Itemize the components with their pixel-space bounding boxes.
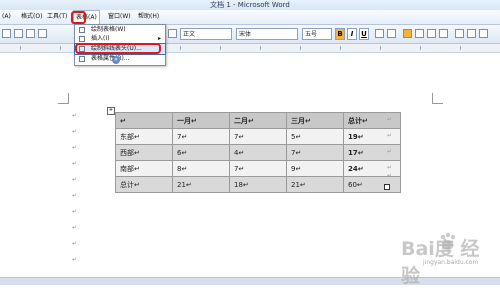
table-cell[interactable]: 东部↵ xyxy=(115,128,173,145)
table-header-row: ↵ 一月↵ 二月↵ 三月↵ 总计↵ xyxy=(115,112,401,129)
menu-table-highlight-box xyxy=(71,11,86,24)
print-icon[interactable] xyxy=(2,29,11,38)
table-cell[interactable]: 5↵ xyxy=(286,128,344,145)
paste-icon[interactable] xyxy=(14,29,23,38)
header-cell[interactable]: ↵ xyxy=(115,112,173,129)
table-resize-handle[interactable] xyxy=(384,184,390,190)
align-left-icon[interactable] xyxy=(403,29,412,38)
table-cell[interactable]: 7↵ xyxy=(229,128,287,145)
table-cell[interactable]: 7↵ xyxy=(286,144,344,161)
paw-icon xyxy=(440,232,456,250)
font-size-select[interactable]: 五号 xyxy=(302,28,332,40)
menu-item-tools[interactable]: 工具(T) xyxy=(45,10,69,24)
table-row: 西部↵ 6↵ 4↵ 7↵ 17↵ xyxy=(115,144,401,161)
margin-corner-top-right xyxy=(432,93,443,104)
end-of-row-mark: ↵ xyxy=(387,172,393,179)
pencil-icon xyxy=(79,27,85,33)
table-cell[interactable]: 7↵ xyxy=(229,160,287,177)
font-select[interactable]: 宋体 xyxy=(236,28,298,40)
window-title: 文档 1 - Microsoft Word xyxy=(0,0,500,10)
table-cell[interactable]: 21↵ xyxy=(172,176,230,193)
table-cell[interactable]: 8↵ xyxy=(172,160,230,177)
paragraph-mark: ↵ xyxy=(72,128,78,135)
paragraph-mark: ↵ xyxy=(72,224,78,231)
end-of-row-mark: ↵ xyxy=(387,164,393,171)
numbering-icon[interactable] xyxy=(455,29,464,38)
table-cell[interactable]: 6↵ xyxy=(172,144,230,161)
italic-button[interactable]: I xyxy=(347,28,357,40)
undo-icon[interactable] xyxy=(38,29,47,38)
table-cell[interactable]: 21↵ xyxy=(286,176,344,193)
data-table: ↵ 一月↵ 二月↵ 三月↵ 总计↵ 东部↵ 7↵ 7↵ 5↵ 19↵ 西部↵ 6… xyxy=(115,112,401,193)
paragraph-mark: ↵ xyxy=(72,112,78,119)
paragraph-mark: ↵ xyxy=(72,208,78,215)
menu-item-table-properties[interactable]: 表格属性(R)... xyxy=(75,54,165,64)
insert-icon xyxy=(79,36,85,42)
table-cell[interactable]: 9↵ xyxy=(286,160,344,177)
align-right-icon[interactable] xyxy=(427,29,436,38)
font-color-icon[interactable] xyxy=(375,29,384,38)
copy-icon[interactable] xyxy=(26,29,35,38)
align-center-icon[interactable] xyxy=(415,29,424,38)
paragraph-mark: ↵ xyxy=(72,160,78,167)
table-row: 东部↵ 7↵ 7↵ 5↵ 19↵ xyxy=(115,128,401,145)
style-pane-icon[interactable] xyxy=(168,29,177,38)
menu-item-format[interactable]: 格式(O) xyxy=(19,10,44,24)
header-cell[interactable]: 三月↵ xyxy=(286,112,344,129)
margin-corner-top-left xyxy=(58,93,69,104)
menu-item-help[interactable]: 帮助(H) xyxy=(136,10,161,24)
bullets-icon[interactable] xyxy=(467,29,476,38)
indent-icon[interactable] xyxy=(479,29,488,38)
table-row: 南部↵ 8↵ 7↵ 9↵ 24↵ xyxy=(115,160,401,177)
paragraph-mark: ↵ xyxy=(72,192,78,199)
table-cell[interactable]: 7↵ xyxy=(172,128,230,145)
watermark-url: jingyan.baidu.com xyxy=(423,259,479,266)
menu-item-a[interactable]: (A) xyxy=(0,10,13,24)
justify-icon[interactable] xyxy=(439,29,448,38)
header-cell[interactable]: 二月↵ xyxy=(229,112,287,129)
table-cell[interactable]: 总计↵ xyxy=(115,176,173,193)
table-cell[interactable]: 4↵ xyxy=(229,144,287,161)
menu-expand-chevron-icon[interactable]: » xyxy=(112,56,120,64)
bold-button[interactable]: B xyxy=(335,28,345,40)
paragraph-mark: ↵ xyxy=(72,256,78,263)
table-cell[interactable]: 西部↵ xyxy=(115,144,173,161)
menu-item-window[interactable]: 窗口(W) xyxy=(106,10,133,24)
paragraph-mark: ↵ xyxy=(72,240,78,247)
end-of-row-mark: ↵ xyxy=(387,148,393,155)
baidu-jingyan-watermark: Bai度 经验 jingyan.baidu.com xyxy=(395,228,495,287)
style-select[interactable]: 正文 xyxy=(180,28,232,40)
end-of-row-mark: ↵ xyxy=(387,116,393,123)
paragraph-mark: ↵ xyxy=(72,144,78,151)
table-cell[interactable]: 18↵ xyxy=(229,176,287,193)
paragraph-mark: ↵ xyxy=(72,176,78,183)
underline-button[interactable]: U xyxy=(359,28,369,40)
diagonal-header-highlight-box xyxy=(75,43,161,54)
table-row: 总计↵ 21↵ 18↵ 21↵ 60↵ xyxy=(115,176,401,193)
end-of-row-mark: ↵ xyxy=(387,132,393,139)
table-cell[interactable]: 南部↵ xyxy=(115,160,173,177)
header-cell[interactable]: 一月↵ xyxy=(172,112,230,129)
highlight-icon[interactable] xyxy=(387,29,396,38)
table-move-handle[interactable]: + xyxy=(107,107,115,115)
table-properties-icon xyxy=(79,56,85,62)
